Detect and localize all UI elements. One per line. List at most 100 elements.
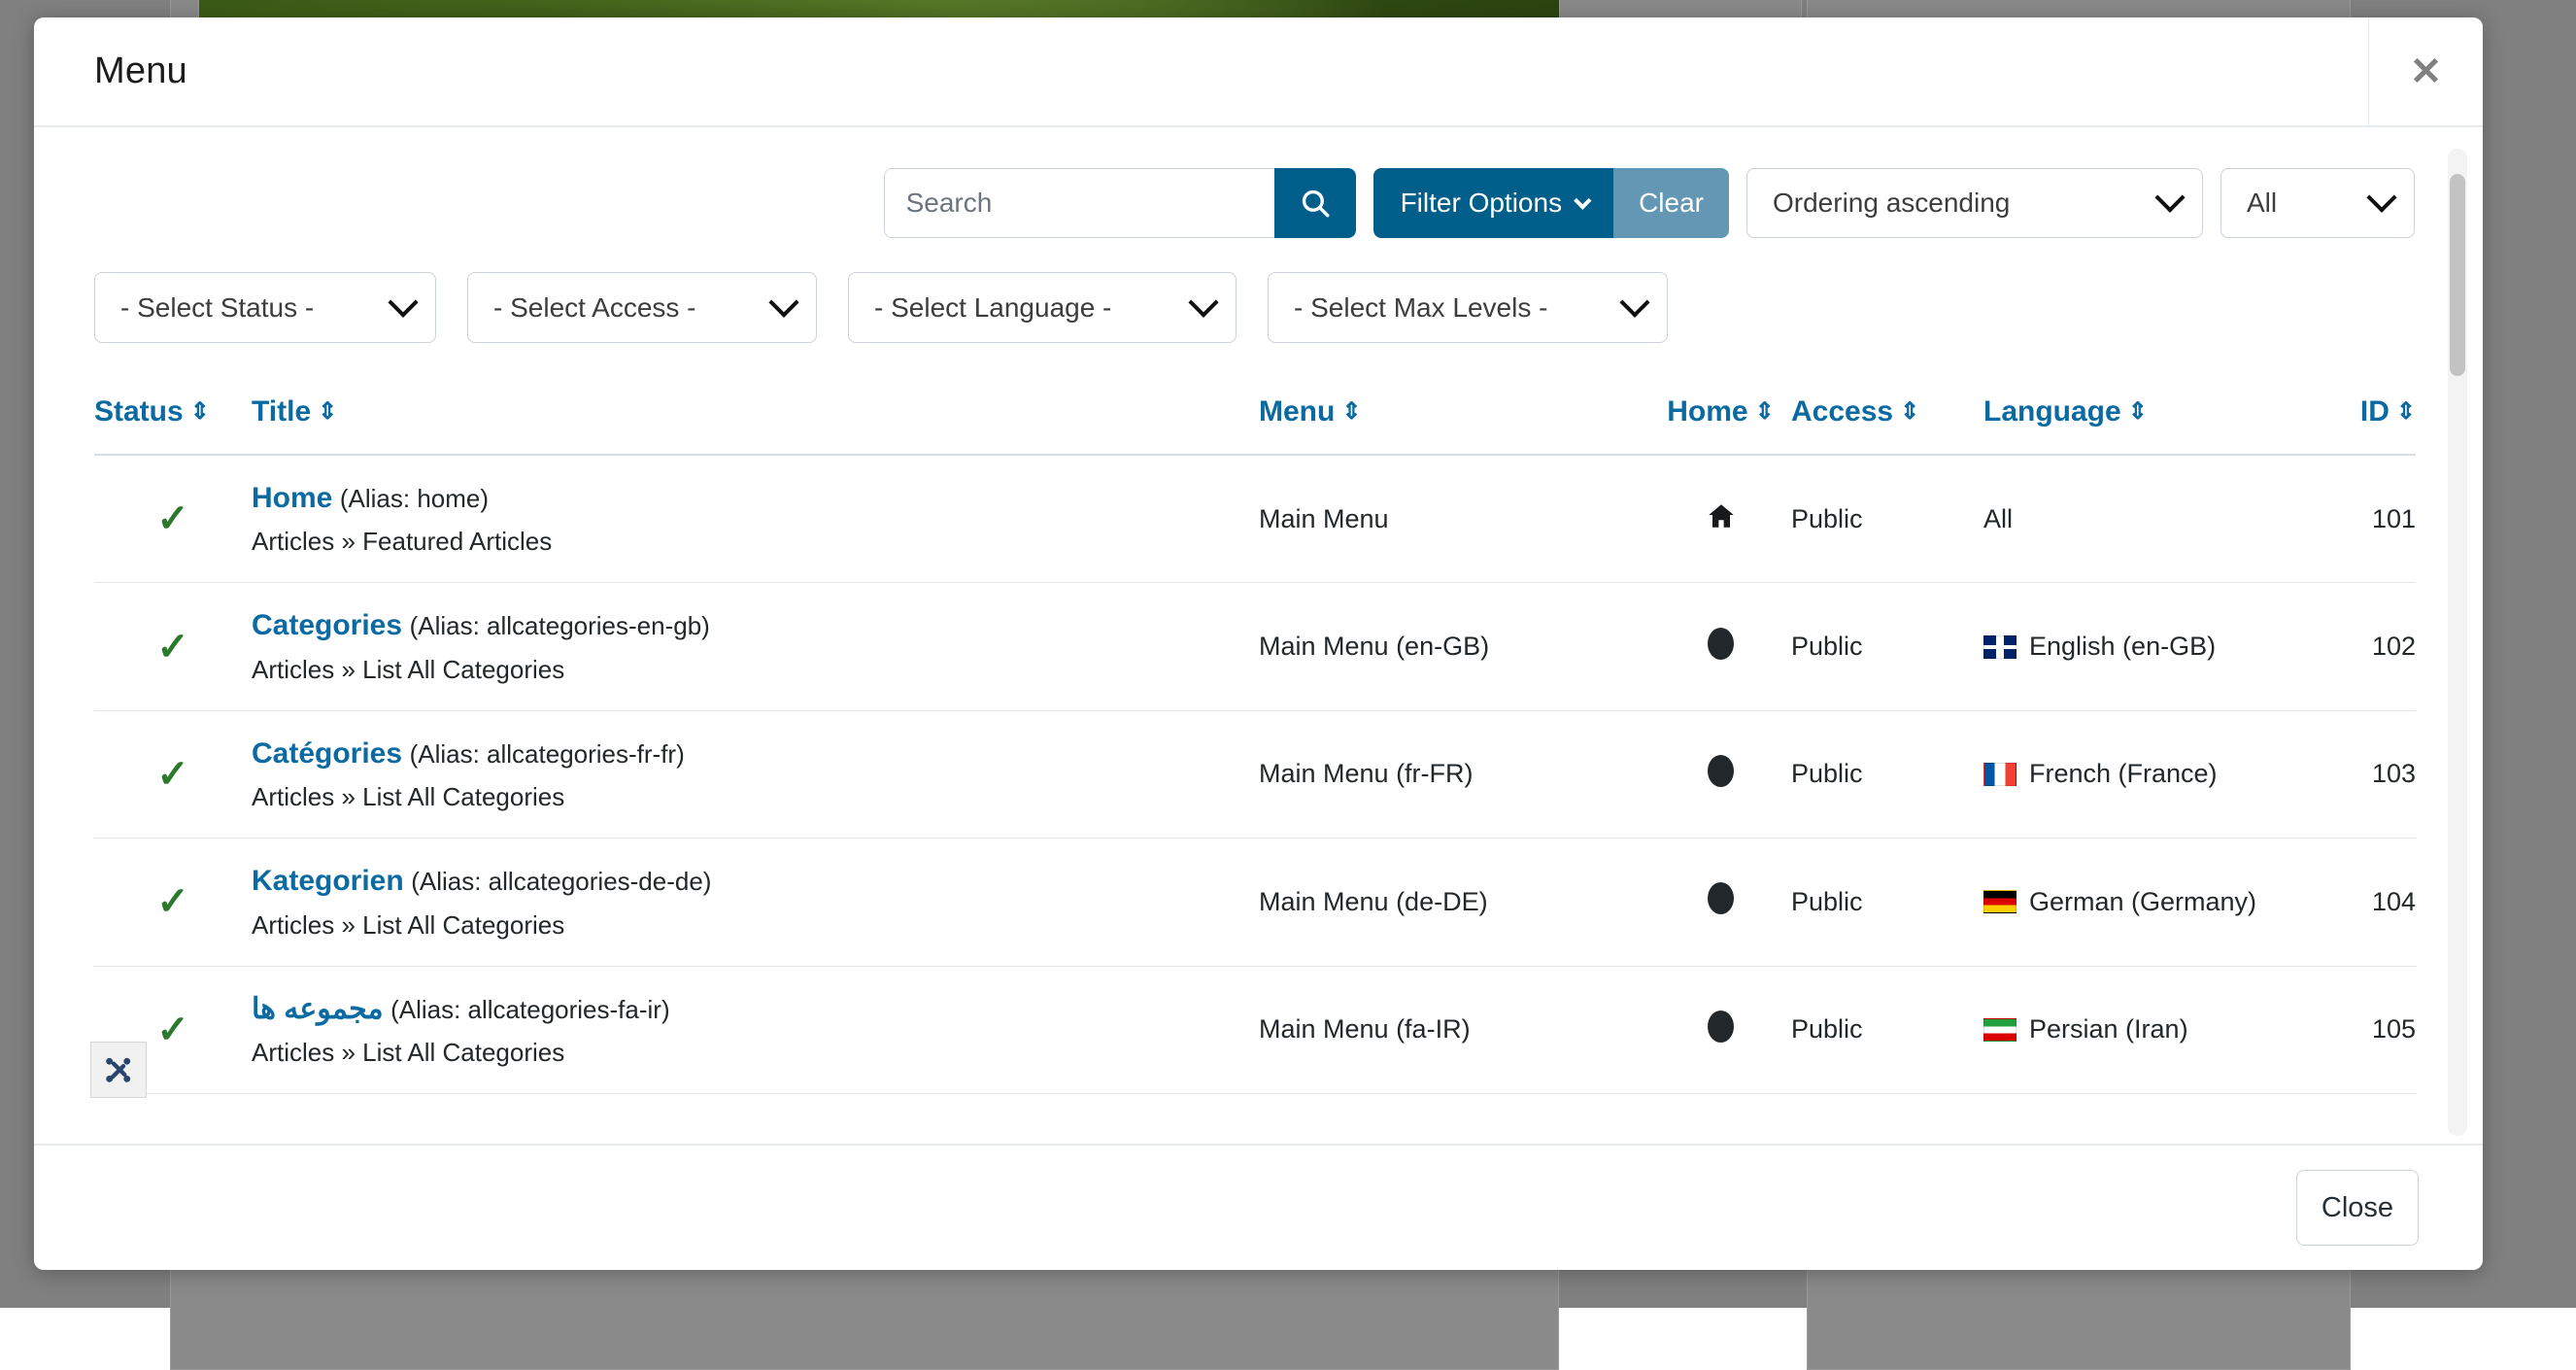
- cell-title: Home (Alias: home) Articles » Featured Ar…: [252, 455, 1259, 583]
- menu-item-path: Articles » List All Categories: [252, 655, 1259, 685]
- chevron-down-icon: [2366, 183, 2396, 213]
- cell-title: Kategorien (Alias: allcategories-de-de) A…: [252, 839, 1259, 966]
- menu-item-link[interactable]: Catégories: [252, 737, 402, 770]
- column-header-access-label: Access: [1791, 395, 1893, 428]
- menu-item-alias: (Alias: allcategories-de-de): [411, 867, 711, 896]
- modal-scrollbar-track[interactable]: [2448, 149, 2467, 1136]
- cell-access: Public: [1791, 966, 1983, 1093]
- check-icon: ✓: [94, 882, 252, 921]
- select-access-value: - Select Access -: [493, 292, 696, 324]
- flag-fr-icon: [1983, 763, 2017, 786]
- table-header: Status⇕ Title⇕ Menu⇕ Home⇕ Access⇕: [94, 382, 2416, 455]
- cell-title: Categories (Alias: allcategories-en-gb)A…: [252, 583, 1259, 710]
- filter-select-row: - Select Status - - Select Access - - Se…: [94, 272, 2415, 343]
- cell-id: 103: [2319, 710, 2416, 838]
- cell-title: مجموعه ها (Alias: allcategories-fa-ir) Ar…: [252, 966, 1259, 1093]
- cell-home: [1650, 839, 1791, 966]
- table-body: ✓Home (Alias: home)Articles » Featured A…: [94, 455, 2416, 1093]
- cell-menu: Main Menu (fr-FR): [1259, 710, 1650, 838]
- column-header-language[interactable]: Language ⇕: [1983, 382, 2319, 455]
- select-status-dropdown[interactable]: - Select Status -: [94, 272, 436, 343]
- menu-item-path: Articles » List All Categories: [252, 782, 1259, 812]
- menu-item-path: Articles » List All Categories: [252, 910, 1259, 941]
- cell-id: 105: [2319, 966, 2416, 1093]
- filter-clear-group: Filter Options Clear: [1373, 168, 1729, 238]
- menu-item-alias: (Alias: allcategories-fr-fr): [410, 739, 685, 769]
- modal-header: Menu ✕: [34, 17, 2483, 127]
- search-icon[interactable]: [1274, 168, 1356, 238]
- language-label: All: [1983, 504, 2013, 534]
- table-row: ✓Home (Alias: home) Articles » Featured A…: [94, 455, 2416, 583]
- sort-updown-icon: ⇕: [2128, 400, 2148, 424]
- cell-title: Catégories (Alias: allcategories-fr-fr) A…: [252, 710, 1259, 838]
- menu-item-link[interactable]: Categories: [252, 609, 402, 641]
- ordering-select-value: Ordering ascending: [1773, 188, 2010, 219]
- menu-item-path: Articles » Featured Articles: [252, 527, 1259, 557]
- table-header-row: Status⇕ Title⇕ Menu⇕ Home⇕ Access⇕: [94, 382, 2416, 455]
- clear-button[interactable]: Clear: [1613, 168, 1729, 238]
- language-label: Persian (Iran): [2029, 1014, 2188, 1045]
- cell-language: All: [1983, 455, 2319, 583]
- close-button[interactable]: Close: [2296, 1170, 2419, 1246]
- menu-item-path: Articles » List All Categories: [252, 1038, 1259, 1068]
- joomla-logo-icon: [90, 1042, 147, 1098]
- close-icon[interactable]: ✕: [2368, 17, 2483, 125]
- select-status-value: - Select Status -: [120, 292, 314, 324]
- flag-gb-icon: [1983, 635, 2017, 659]
- check-icon: ✓: [94, 755, 252, 794]
- check-icon: ✓: [94, 499, 252, 538]
- cell-menu: Main Menu: [1259, 455, 1650, 583]
- chevron-down-icon: [388, 287, 418, 317]
- list-limit-value: All: [2247, 188, 2277, 219]
- column-header-id[interactable]: ID⇕: [2319, 382, 2416, 455]
- table-row: ✓مجموعه ها (Alias: allcategories-fa-ir)A…: [94, 966, 2416, 1093]
- dot-icon: [1708, 882, 1734, 914]
- cell-status: ✓: [94, 839, 252, 966]
- cell-home: [1650, 710, 1791, 838]
- menu-item-link[interactable]: Home: [252, 482, 332, 514]
- select-max-levels-value: - Select Max Levels -: [1294, 292, 1547, 324]
- cell-home: [1650, 966, 1791, 1093]
- dot-icon: [1708, 755, 1734, 787]
- column-header-home-label: Home: [1667, 395, 1747, 428]
- list-limit-select[interactable]: All: [2220, 168, 2415, 238]
- menu-item-link[interactable]: Kategorien: [252, 865, 404, 897]
- select-language-dropdown[interactable]: - Select Language -: [848, 272, 1237, 343]
- cell-id: 101: [2319, 455, 2416, 583]
- column-header-title-label: Title: [252, 395, 311, 428]
- menu-item-link[interactable]: مجموعه ها: [252, 993, 384, 1025]
- column-header-home[interactable]: Home⇕: [1650, 382, 1791, 455]
- column-header-title[interactable]: Title ⇕: [252, 382, 1259, 455]
- sort-updown-icon: ⇕: [1341, 400, 1361, 424]
- cell-access: Public: [1791, 455, 1983, 583]
- filter-options-button[interactable]: Filter Options: [1373, 168, 1614, 238]
- cell-id: 104: [2319, 839, 2416, 966]
- select-language-value: - Select Language -: [874, 292, 1111, 324]
- cell-language: English (en-GB): [1983, 583, 2319, 710]
- sort-updown-icon: ⇕: [318, 400, 337, 424]
- column-header-language-label: Language: [1983, 395, 2121, 428]
- search-input[interactable]: [884, 168, 1274, 238]
- modal-scrollbar-thumb[interactable]: [2450, 174, 2465, 376]
- column-header-menu[interactable]: Menu⇕: [1259, 382, 1650, 455]
- column-header-access[interactable]: Access ⇕: [1791, 382, 1983, 455]
- cell-status: ✓: [94, 583, 252, 710]
- search-group: [884, 168, 1356, 238]
- cell-menu: Main Menu (fa-IR): [1259, 966, 1650, 1093]
- home-icon: [1705, 501, 1738, 537]
- select-max-levels-dropdown[interactable]: - Select Max Levels -: [1268, 272, 1668, 343]
- cell-id: 102: [2319, 583, 2416, 710]
- column-header-status[interactable]: Status⇕: [94, 382, 252, 455]
- cell-home: [1650, 455, 1791, 583]
- chevron-down-icon: [768, 287, 798, 317]
- menu-item-alias: (Alias: home): [340, 484, 489, 513]
- cell-language: Persian (Iran): [1983, 966, 2319, 1093]
- sort-updown-icon: ⇕: [1900, 400, 1919, 424]
- cell-access: Public: [1791, 583, 1983, 710]
- chevron-down-icon: [2154, 183, 2185, 213]
- language-label: German (Germany): [2029, 887, 2256, 917]
- menu-item-alias: (Alias: allcategories-fa-ir): [390, 995, 670, 1024]
- cell-menu: Main Menu (en-GB): [1259, 583, 1650, 710]
- select-access-dropdown[interactable]: - Select Access -: [467, 272, 817, 343]
- ordering-select[interactable]: Ordering ascending: [1746, 168, 2203, 238]
